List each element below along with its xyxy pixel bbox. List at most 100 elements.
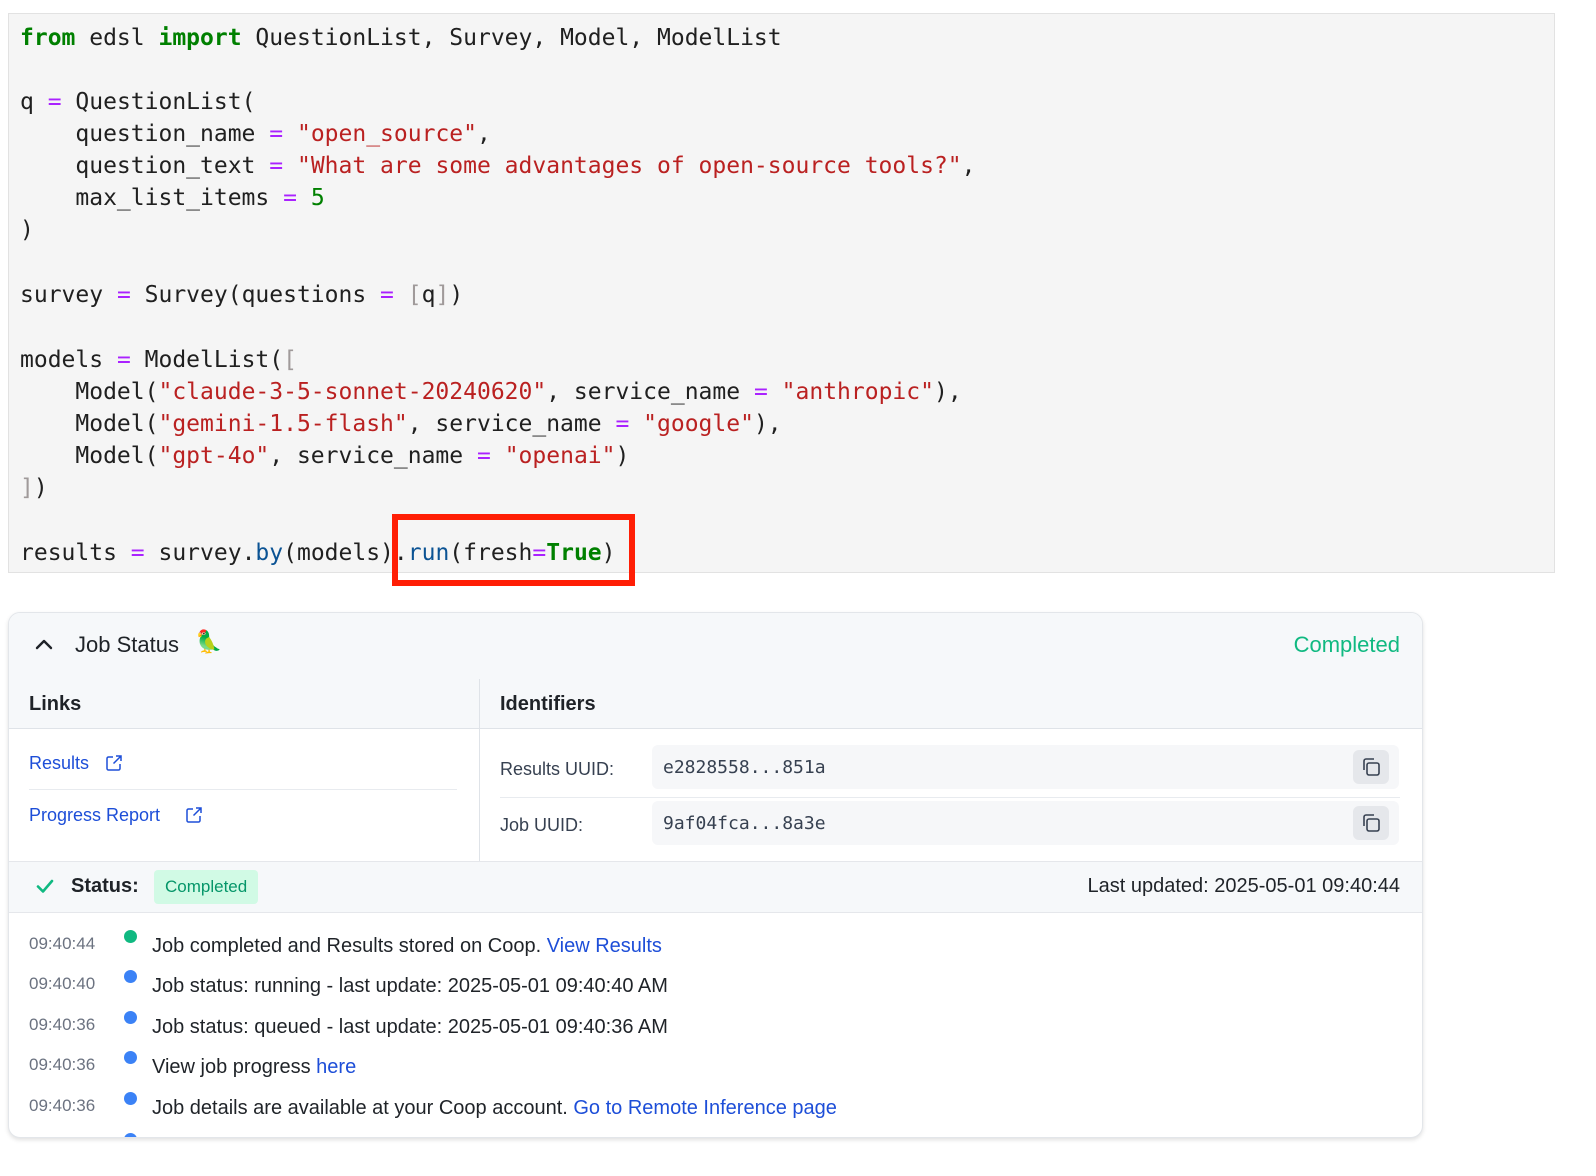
code-token: , service_name [269, 443, 477, 469]
code-line: ]) [20, 472, 48, 504]
blue-dot-icon [124, 970, 137, 983]
results-link-label[interactable]: Results [29, 753, 89, 774]
code-token: = [380, 282, 394, 308]
chevron-up-icon[interactable] [33, 633, 55, 655]
log-link[interactable]: here [316, 1056, 356, 1078]
external-link-icon[interactable] [105, 754, 123, 772]
progress-report-link-label[interactable]: Progress Report [29, 805, 160, 826]
checkmark-icon [36, 879, 54, 893]
log-row: 09:40:36 Job details are available at you… [9, 1081, 1422, 1121]
results-uuid-label: Results UUID: [500, 759, 615, 779]
log-time: 09:40:36 [29, 1096, 96, 1115]
links-list: Results Progress Report [9, 729, 480, 861]
code-token: ModelList( [130, 347, 284, 373]
code-token: = [116, 282, 131, 308]
code-token: = [47, 89, 62, 115]
code-token: QuestionList( [61, 89, 256, 115]
code-token: True [546, 540, 602, 566]
code-token: = [269, 121, 284, 147]
copy-job-uuid-button[interactable] [1353, 806, 1389, 840]
code-token: Model( [20, 379, 159, 405]
job-uuid-value: 9af04fca...8a3e [663, 813, 826, 834]
results-uuid-row: Results UUID: e2828558...851a [500, 745, 1400, 798]
code-token: "What are some advantages of open-source… [296, 153, 962, 179]
code-token: "claude-3-5-sonnet-20240620" [158, 379, 547, 405]
code-token: by [255, 540, 284, 566]
log-row: 09:40:44 Job completed and Results stored… [9, 919, 1422, 959]
code-token: [ [283, 347, 297, 373]
job-uuid-label: Job UUID: [500, 815, 584, 835]
code-token: q [421, 282, 436, 308]
progress-report-link[interactable]: Progress Report [29, 791, 457, 841]
log-row: 09:40:36 View job progress here [9, 1040, 1422, 1080]
code-token: max_list_items [20, 185, 284, 211]
code-token: import [158, 25, 242, 51]
code-token: = [269, 153, 284, 179]
code-token: [ [407, 282, 422, 308]
code-token: "open_source" [296, 121, 477, 147]
code-token: "gemini-1.5-flash" [158, 411, 408, 437]
results-link[interactable]: Results [29, 739, 457, 790]
log-message: Job status: running - last update: 2025-… [152, 975, 668, 998]
log-link[interactable]: Go to Remote Inference page [573, 1097, 837, 1119]
log-message-text: Job completed and Results stored on Coop… [152, 935, 547, 957]
parrot-icon: 🦜 [195, 629, 223, 654]
results-uuid-field: e2828558...851a [652, 745, 1399, 789]
log-time: 09:40:44 [29, 934, 96, 953]
job-status-panel: Job Status 🦜 Completed Links Identifiers… [8, 612, 1423, 1138]
blue-dot-icon [124, 1133, 137, 1137]
code-token: (models). [283, 540, 408, 566]
code-token: , [476, 121, 491, 147]
code-token: ] [435, 282, 450, 308]
code-token: q [20, 89, 48, 115]
job-uuid-field: 9af04fca...8a3e [652, 801, 1399, 845]
code-token: Model( [20, 443, 159, 469]
code-token: models [20, 347, 117, 373]
status-bar: Status: Completed Last updated: 2025-05-… [9, 861, 1422, 913]
log-time: 09:40:40 [29, 974, 96, 993]
log-message-text: Job status: queued - last update: 2025-0… [152, 1016, 668, 1038]
identifiers-title: Identifiers [500, 693, 596, 715]
code-token: survey. [144, 540, 256, 566]
blue-dot-icon [124, 1011, 137, 1024]
log-message-text: Job status: running - last update: 2025-… [152, 975, 668, 997]
code-token: ) [615, 443, 630, 469]
code-token: "google" [643, 411, 754, 437]
code-token: ) [20, 217, 34, 243]
code-token: = [283, 185, 297, 211]
code-line: Model("claude-3-5-sonnet-20240620", serv… [20, 376, 961, 408]
code-token: = [753, 379, 768, 405]
code-cell[interactable]: from edsl import QuestionList, Survey, M… [8, 13, 1555, 573]
log-link[interactable]: View Results [547, 935, 662, 957]
code-line: results = survey.by(models).run(fresh=Tr… [20, 537, 616, 569]
external-link-icon[interactable] [185, 806, 203, 824]
code-line: survey = Survey(questions = [q]) [20, 279, 463, 311]
copy-results-uuid-button[interactable] [1353, 750, 1389, 784]
code-token: Survey(questions [130, 282, 381, 308]
code-token: = [116, 347, 131, 373]
code-token: , [961, 153, 976, 179]
code-token: QuestionList, Survey, Model, ModelList [241, 25, 782, 51]
code-token: ) [449, 282, 464, 308]
code-line: question_text = "What are some advantage… [20, 150, 976, 182]
blue-dot-icon [124, 1051, 137, 1064]
log-row: 09:40:36Job sent to server. (Job uuid=9a… [9, 1122, 1422, 1138]
links-title: Links [29, 693, 82, 715]
code-token: ), [753, 411, 782, 437]
job-status-header[interactable]: Job Status 🦜 Completed [9, 613, 1422, 680]
log-message: Job details are available at your Coop a… [152, 1097, 837, 1120]
code-token: ) [33, 475, 48, 501]
links-section-header: Links [9, 679, 480, 729]
log-time: 09:40:36 [29, 1137, 95, 1138]
code-token: = [476, 443, 491, 469]
code-token: run [407, 540, 450, 566]
code-token: = [130, 540, 145, 566]
blue-dot-icon [124, 1092, 137, 1105]
code-token: question_name [20, 121, 270, 147]
job-log[interactable]: 09:40:44 Job completed and Results stored… [9, 913, 1422, 1138]
